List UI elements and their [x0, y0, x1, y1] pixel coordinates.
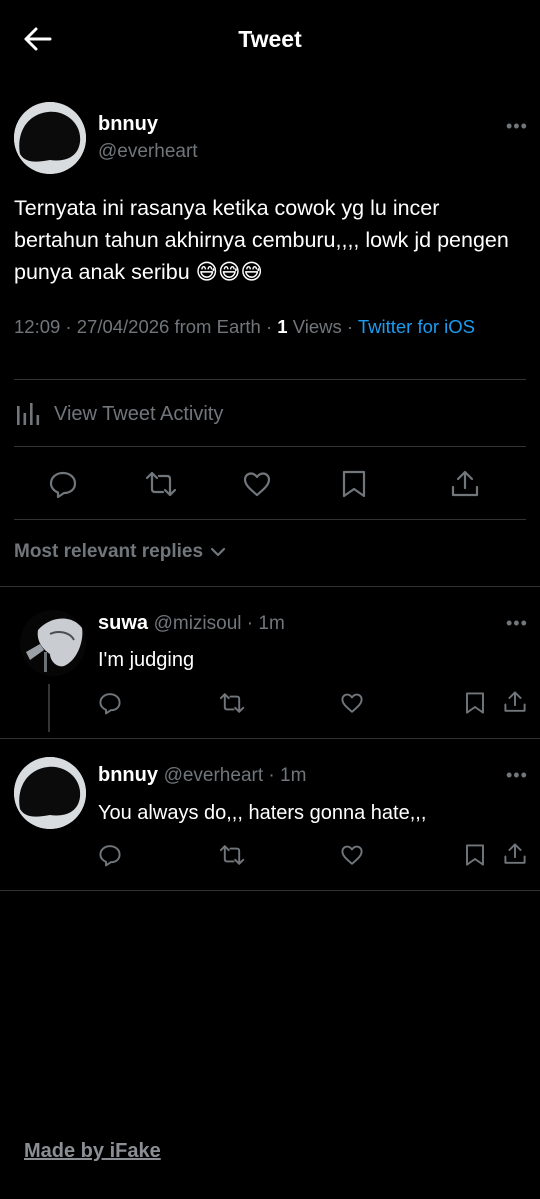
more-options-icon[interactable]: •••	[506, 765, 528, 786]
divider	[0, 738, 540, 739]
like-button[interactable]	[340, 691, 364, 715]
share-button[interactable]	[503, 842, 527, 866]
reply-button[interactable]	[98, 691, 122, 715]
tweet-meta: 12:09 · 27/04/2026 from Earth · 1 Views …	[14, 314, 524, 339]
sort-replies-label: Most relevant replies	[14, 541, 204, 562]
bookmark-icon	[466, 844, 484, 866]
retweet-button[interactable]	[218, 691, 246, 715]
chevron-down-icon	[210, 547, 226, 557]
share-button[interactable]	[450, 469, 480, 499]
share-button[interactable]	[503, 690, 527, 714]
made-by-ifake-link[interactable]: Made by iFake	[24, 1140, 161, 1163]
reply-avatar[interactable]	[20, 610, 86, 676]
like-button[interactable]	[242, 469, 272, 499]
top-bar: Tweet	[0, 0, 540, 80]
view-tweet-activity-label: View Tweet Activity	[54, 402, 224, 425]
tweet-timestamp: 12:09 · 27/04/2026 from Earth ·	[14, 316, 278, 337]
retweet-icon	[219, 845, 245, 865]
retweet-icon	[145, 471, 177, 497]
views-count: 1	[277, 316, 288, 337]
tweet-source-link[interactable]: Twitter for iOS	[358, 316, 475, 337]
share-icon	[451, 470, 479, 497]
reply-avatar[interactable]	[14, 757, 86, 829]
reply-author-name[interactable]: bnnuy @everheart · 1m	[98, 764, 306, 787]
bookmark-icon	[466, 692, 484, 714]
reply-author-name[interactable]: suwa @mizisoul · 1m	[98, 612, 285, 635]
bookmark-button[interactable]	[463, 691, 487, 715]
reply-button[interactable]	[48, 469, 78, 499]
more-options-icon[interactable]: •••	[506, 116, 528, 137]
bookmark-icon	[342, 470, 366, 498]
author-name[interactable]: bnnuy	[98, 113, 158, 136]
divider	[0, 586, 540, 587]
views-label: Views ·	[287, 316, 358, 337]
page-title: Tweet	[238, 26, 302, 52]
divider	[14, 446, 526, 447]
author-avatar[interactable]	[14, 102, 86, 174]
more-options-icon[interactable]: •••	[506, 613, 528, 634]
reply-icon	[99, 693, 121, 715]
retweet-button[interactable]	[218, 843, 246, 867]
bookmark-button[interactable]	[463, 843, 487, 867]
reply-button[interactable]	[98, 843, 122, 867]
divider	[14, 379, 526, 380]
reply-text: You always do,,, haters gonna hate,,,	[98, 802, 427, 824]
reply-icon	[99, 845, 121, 867]
like-button[interactable]	[340, 843, 364, 867]
thread-line	[48, 684, 50, 732]
reply-handle: @mizisoul · 1m	[153, 613, 285, 634]
retweet-icon	[219, 693, 245, 713]
analytics-icon	[17, 403, 40, 425]
share-icon	[504, 843, 526, 864]
view-tweet-activity-button[interactable]: View Tweet Activity	[14, 398, 223, 430]
heart-icon	[243, 472, 271, 497]
share-icon	[504, 691, 526, 712]
divider	[0, 890, 540, 891]
bookmark-button[interactable]	[340, 469, 370, 499]
sort-replies-dropdown[interactable]: Most relevant replies	[14, 541, 229, 563]
reply-handle: @everheart · 1m	[163, 765, 307, 786]
retweet-button[interactable]	[144, 469, 177, 499]
heart-icon	[341, 845, 363, 865]
divider	[14, 519, 526, 520]
reply-name-text: bnnuy	[98, 764, 158, 786]
reply-text: I'm judging	[98, 649, 195, 671]
tweet-text: Ternyata ini rasanya ketika cowok yg lu …	[14, 196, 509, 284]
heart-icon	[341, 693, 363, 713]
author-handle[interactable]: @everheart	[98, 141, 198, 163]
reply-name-text: suwa	[98, 612, 149, 634]
reply-icon	[49, 471, 77, 499]
